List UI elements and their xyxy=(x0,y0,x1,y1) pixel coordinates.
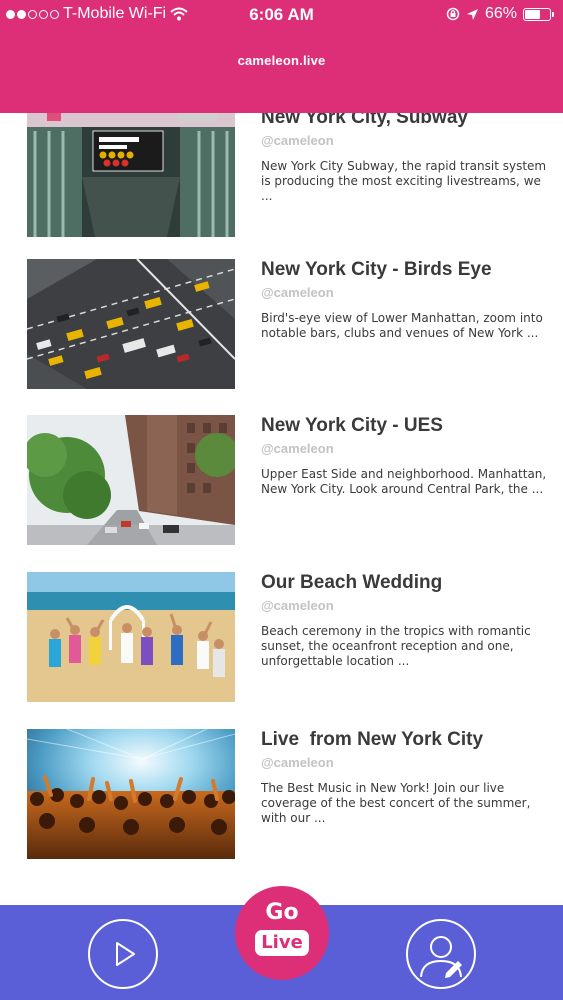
play-icon xyxy=(116,942,135,966)
stream-card[interactable]: Live from New York City @cameleon The Be… xyxy=(27,729,547,859)
battery-percent: 66% xyxy=(484,5,517,22)
stream-thumbnail-beach-wedding[interactable] xyxy=(27,572,235,702)
stream-handle[interactable]: @cameleon xyxy=(261,598,551,613)
stream-thumbnail-concert[interactable] xyxy=(27,729,235,859)
stream-info: Our Beach Wedding @cameleon Beach ceremo… xyxy=(261,572,551,669)
stream-title[interactable]: New York City, Subway xyxy=(261,113,551,129)
go-live-button[interactable]: Go Live xyxy=(235,886,329,980)
stream-info: New York City - Birds Eye @cameleon Bird… xyxy=(261,259,551,341)
stream-handle[interactable]: @cameleon xyxy=(261,441,551,456)
stream-thumbnail-ues[interactable] xyxy=(27,415,235,545)
app-title: cameleon.live xyxy=(237,53,326,68)
stream-handle[interactable]: @cameleon xyxy=(261,133,551,148)
location-arrow-icon xyxy=(466,8,478,20)
stream-title[interactable]: Live from New York City xyxy=(261,729,551,751)
go-live-live-badge: Live xyxy=(255,930,309,956)
stream-card[interactable]: New York City - Birds Eye @cameleon Bird… xyxy=(27,259,547,389)
stream-info: New York City - UES @cameleon Upper East… xyxy=(261,415,551,497)
stream-title[interactable]: New York City - Birds Eye xyxy=(261,259,551,281)
stream-handle[interactable]: @cameleon xyxy=(261,285,551,300)
stream-handle[interactable]: @cameleon xyxy=(261,755,551,770)
stream-description: Upper East Side and neighborhood. Manhat… xyxy=(261,467,547,496)
beach-wedding-image xyxy=(27,572,235,702)
stream-description: Bird's-eye view of Lower Manhattan, zoom… xyxy=(261,311,543,340)
concert-crowd-image xyxy=(27,729,235,859)
stream-feed[interactable]: New York City, Subway @cameleon New York… xyxy=(0,113,563,905)
stream-card[interactable]: New York City, Subway @cameleon New York… xyxy=(27,113,547,237)
profile-button[interactable] xyxy=(406,919,476,989)
stream-card[interactable]: Our Beach Wedding @cameleon Beach ceremo… xyxy=(27,572,547,702)
stream-description: New York City Subway, the rapid transit … xyxy=(261,159,547,203)
battery-fill xyxy=(525,9,540,19)
stream-card[interactable]: New York City - UES @cameleon Upper East… xyxy=(27,415,547,545)
status-bar: T-Mobile Wi-Fi 6:06 AM 66% xyxy=(0,0,563,30)
stream-description: Beach ceremony in the tropics with roman… xyxy=(261,624,531,668)
stream-title[interactable]: New York City - UES xyxy=(261,415,551,437)
stream-thumbnail-subway[interactable] xyxy=(27,113,235,237)
profile-icon xyxy=(420,936,462,978)
go-live-go-text: Go xyxy=(265,900,299,925)
stream-info: New York City, Subway @cameleon New York… xyxy=(261,113,551,204)
stream-title[interactable]: Our Beach Wedding xyxy=(261,572,551,594)
stream-thumbnail-birds-eye[interactable] xyxy=(27,259,235,389)
rotation-lock-icon xyxy=(446,7,460,21)
street-avenue-image xyxy=(27,415,235,545)
stream-info: Live from New York City @cameleon The Be… xyxy=(261,729,551,826)
stream-description: The Best Music in New York! Join our liv… xyxy=(261,781,531,825)
play-button[interactable] xyxy=(88,919,158,989)
aerial-traffic-image xyxy=(27,259,235,389)
app-header: T-Mobile Wi-Fi 6:06 AM 66% cameleon.live xyxy=(0,0,563,113)
subway-station-entrance-image xyxy=(27,113,235,237)
battery-icon xyxy=(523,7,554,21)
status-right: 66% xyxy=(446,5,554,23)
